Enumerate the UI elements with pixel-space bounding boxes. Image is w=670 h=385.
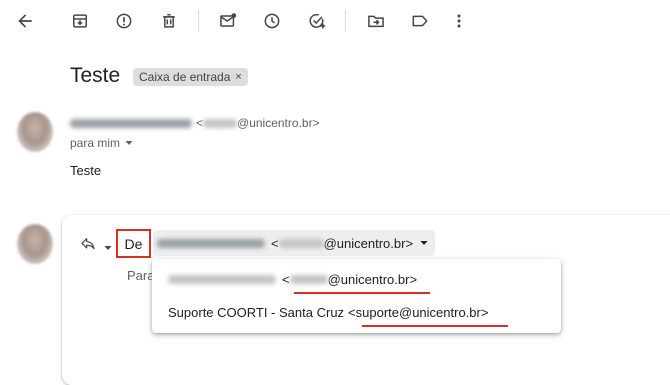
recipient-details-toggle[interactable]: para mim (70, 136, 134, 150)
from-label-highlight: De (116, 229, 151, 258)
option-email-open: < (282, 272, 290, 287)
from-dropdown-menu: < @unicentro.br> Suporte COORTI - Santa … (152, 259, 561, 333)
sender-email-domain: @unicentro.br> (237, 116, 320, 130)
highlight-underline (362, 325, 508, 327)
back-arrow-icon[interactable] (15, 11, 35, 31)
report-spam-icon[interactable] (114, 11, 134, 31)
option-support-name: Suporte COORTI - Santa Cruz (168, 305, 345, 320)
label-chip-text: Caixa de entrada (139, 70, 231, 84)
toolbar-divider (345, 10, 346, 32)
snooze-icon[interactable] (262, 11, 282, 31)
sender-avatar[interactable] (17, 112, 53, 152)
from-email-redacted (278, 238, 324, 248)
label-chip: Caixa de entrada × (133, 68, 248, 86)
sender-email-open: < (196, 116, 204, 130)
from-option-support[interactable]: Suporte COORTI - Santa Cruz <suporte@uni… (168, 305, 488, 320)
reply-type-caret-icon[interactable] (103, 240, 113, 250)
option-support-email: <suporte@unicentro.br> (348, 305, 489, 320)
archive-icon[interactable] (70, 11, 90, 31)
reply-type-icon[interactable] (80, 236, 96, 252)
my-avatar (17, 224, 53, 264)
from-email-open: < (271, 235, 279, 251)
from-email-domain: @unicentro.br> (323, 235, 414, 251)
from-name-redacted (157, 238, 265, 248)
highlight-underline (294, 292, 430, 294)
option-email-domain: @unicentro.br> (327, 272, 418, 287)
sender-name-redacted[interactable] (70, 118, 192, 128)
subject-title: Teste (70, 64, 121, 87)
sender-line: < @unicentro.br> (70, 116, 320, 130)
from-select[interactable]: < @unicentro.br> (153, 230, 436, 256)
from-caret-down-icon (420, 241, 428, 245)
add-task-icon[interactable] (307, 11, 327, 31)
move-to-icon[interactable] (366, 11, 386, 31)
option-email-redacted (289, 275, 328, 284)
option-name-redacted (168, 275, 276, 284)
message-body: Teste (70, 163, 102, 178)
to-me-label: para mim (70, 136, 121, 150)
more-vert-icon[interactable] (449, 11, 469, 31)
label-icon[interactable] (410, 11, 430, 31)
from-option-personal[interactable]: < @unicentro.br> (168, 272, 417, 287)
toolbar-divider (198, 10, 199, 32)
from-label: De (124, 235, 143, 252)
mark-unread-icon[interactable] (218, 11, 238, 31)
to-field-label: Para (127, 268, 155, 283)
delete-icon[interactable] (159, 11, 179, 31)
sender-email-redacted (203, 118, 238, 128)
caret-down-icon (125, 141, 133, 145)
label-chip-close-button[interactable]: × (235, 68, 241, 86)
